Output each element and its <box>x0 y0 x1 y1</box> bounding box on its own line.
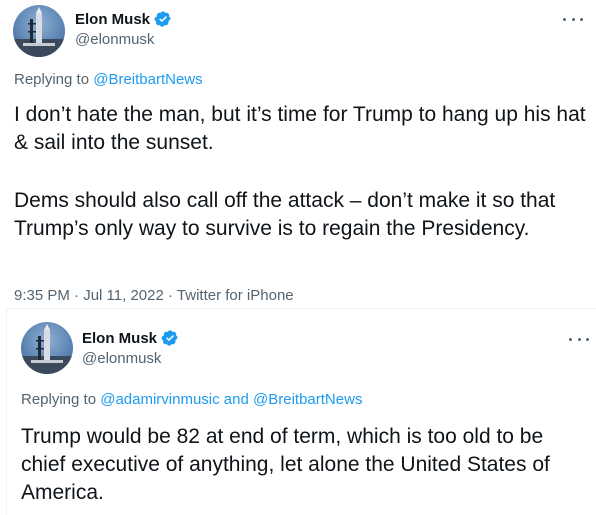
mention-joiner: and <box>219 391 254 408</box>
tweet-body-paragraph-2: Dems should also call off the attack – d… <box>14 189 561 240</box>
verified-badge-icon <box>154 11 171 27</box>
replying-prefix: Replying to <box>14 71 94 88</box>
dot <box>580 17 583 21</box>
more-options-icon[interactable] <box>563 14 583 24</box>
author-handle[interactable]: @elonmusk <box>75 31 154 48</box>
author-name[interactable]: Elon Musk <box>82 330 157 347</box>
author-name-row[interactable]: Elon Musk <box>75 10 172 28</box>
tweet-time-link[interactable]: 9:35 PM <box>14 287 70 304</box>
meta-separator: · <box>74 287 80 304</box>
replying-to-line: Replying to @BreitbartNews <box>14 71 203 88</box>
dot <box>563 17 566 21</box>
replying-prefix: Replying to <box>21 391 101 408</box>
author-avatar[interactable] <box>13 5 65 57</box>
tweet-card-secondary[interactable]: Elon Musk @elonmusk Replying to @adamirv… <box>6 308 596 515</box>
author-avatar[interactable] <box>21 322 73 374</box>
meta-separator: · <box>168 287 174 304</box>
replying-to-line: Replying to @adamirvinmusic and @Breitba… <box>21 391 362 408</box>
tweet-body: Trump would be 82 at end of term, which … <box>21 425 555 504</box>
mention-link-breitbart[interactable]: @BreitbartNews <box>253 391 362 408</box>
rocket-tower-icon <box>13 7 65 57</box>
tweet-metadata: 9:35 PM · Jul 11, 2022 · Twitter for iPh… <box>14 287 294 304</box>
tweet-date-link[interactable]: Jul 11, 2022 <box>83 287 164 304</box>
tweet-card-primary[interactable]: Elon Musk @elonmusk Replying to @Breitba… <box>0 0 596 312</box>
dot <box>577 337 581 341</box>
verified-badge-icon <box>161 330 178 346</box>
tweet-source-link[interactable]: Twitter for iPhone <box>177 287 294 304</box>
more-options-icon[interactable] <box>569 334 589 344</box>
dot <box>571 17 575 21</box>
dot <box>569 337 572 341</box>
rocket-tower-icon <box>21 324 73 374</box>
dot <box>586 337 589 341</box>
mention-link-adamirvinmusic[interactable]: @adamirvinmusic <box>100 391 219 408</box>
author-handle[interactable]: @elonmusk <box>82 350 161 367</box>
tweet-body-paragraph-1: I don’t hate the man, but it’s time for … <box>14 103 592 154</box>
mention-link-breitbart[interactable]: @BreitbartNews <box>93 71 202 88</box>
author-name[interactable]: Elon Musk <box>75 11 150 28</box>
author-name-row[interactable]: Elon Musk <box>82 329 179 347</box>
